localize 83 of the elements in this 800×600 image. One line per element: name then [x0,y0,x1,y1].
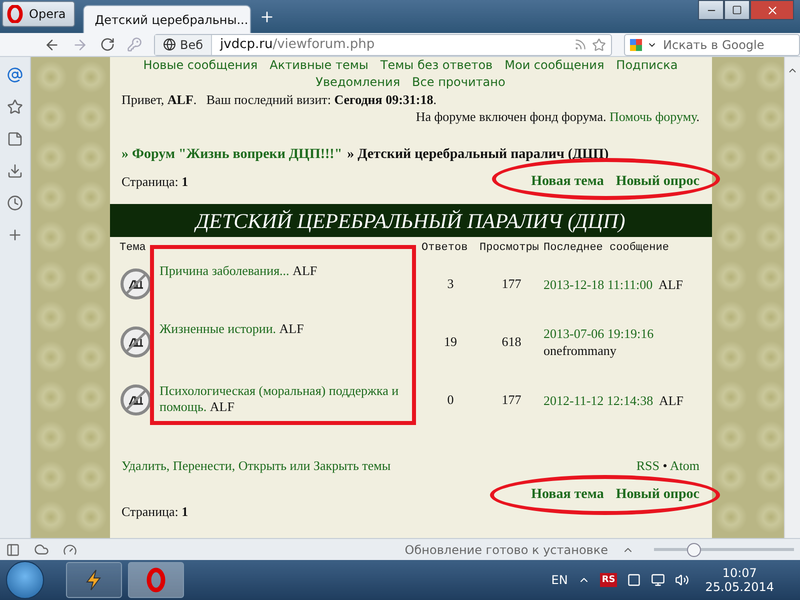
crossed-circle-icon [120,384,152,416]
start-button[interactable] [6,561,44,599]
maximize-icon [732,5,742,15]
search-input[interactable]: Искать в Google [661,36,795,52]
opera-logo-icon [146,567,166,593]
maximize-button[interactable] [724,0,750,20]
new-tab-icon[interactable] [258,9,275,25]
add-icon[interactable] [7,227,23,243]
last-post: 2012-11-12 12:14:38 ALF [544,392,685,408]
last-post-link[interactable]: 2013-12-18 11:11:00 [544,276,653,292]
section-title: ДЕТСКИЙ ЦЕРЕБРАЛЬНЫЙ ПАРАЛИЧ (ДЦП) [110,204,712,237]
action-link[interactable]: Новая тема [531,487,604,503]
nav-link[interactable]: Подписка [616,57,678,74]
speed-dial-icon[interactable] [63,542,77,556]
note-icon[interactable] [7,131,23,147]
mail-icon[interactable] [7,67,23,83]
feed-links: RSS • Atom [636,457,700,474]
reload-icon[interactable] [100,37,115,52]
replies-count: 0 [446,392,455,408]
close-icon [766,4,778,16]
replies-count: 19 [443,334,458,350]
column-header: Просмотры [480,241,540,255]
views-count: 618 [500,334,522,350]
star-icon[interactable] [7,99,23,115]
page-number: Страница: 1 [122,173,188,190]
column-header: Ответов [422,241,469,255]
browser-tab[interactable]: Детский церебральны... [82,5,251,33]
slider-thumb[interactable] [687,542,702,556]
action-link[interactable]: Новая тема [531,174,604,190]
site-info-button[interactable]: Веб [155,34,212,54]
moderator-links[interactable]: Удалить, Перенести, Открыть или Закрыть темы [122,458,391,474]
greeting-text: Привет, ALF. Ваш последний визит: Сегодня 09:31:18. [122,91,438,108]
column-header: Тема [120,241,147,255]
breadcrumb-link[interactable]: » Форум "Жизнь вопреки ДЦП!!!" [122,147,342,163]
status-message: Обновление готово к установке [404,542,608,556]
nav-link[interactable]: Мои сообщения [504,57,604,74]
volume-icon[interactable] [675,573,690,587]
crossed-circle-icon [120,326,152,358]
feed-link[interactable]: Atom [670,458,700,473]
nav-link[interactable]: Новые сообщения [143,57,258,74]
close-button[interactable] [750,0,794,20]
page-number: Страница: 1 [122,503,190,520]
help-forum-link[interactable]: Помочь форуму [609,109,696,124]
last-post-link[interactable]: 2013-07-06 19:19:16 [544,326,654,341]
bookmark-star-icon[interactable] [592,38,606,52]
replies-count: 3 [446,276,455,292]
globe-icon [163,38,176,51]
cloud-icon[interactable] [34,542,49,557]
nav-link[interactable]: Все прочитано [412,74,506,91]
last-post: 2013-12-18 11:11:00 ALF [544,276,684,292]
back-icon[interactable] [44,36,60,52]
address-field[interactable]: Веб jvdcp.ru/viewforum.php [154,34,612,56]
crossed-circle-icon [120,268,152,300]
action-link[interactable]: Новый опрос [616,487,700,503]
fund-notice: На форуме включен фонд форума. Помочь форуму. [416,108,700,125]
nav-link[interactable]: Уведомления [316,74,400,91]
topic-link[interactable]: Причина заболевания... ALF [160,255,422,279]
window-icon[interactable] [627,573,642,587]
last-post-link[interactable]: 2012-11-12 12:14:38 [544,392,654,408]
action-link[interactable]: Новый опрос [616,174,700,190]
tray-app-icon[interactable]: RS [600,573,618,587]
opera-menu-button[interactable]: Opera [2,1,75,27]
network-icon[interactable] [651,573,666,587]
nav-link[interactable]: Темы без ответов [380,57,493,74]
last-post: 2013-07-06 19:19:16 onefrommany [544,325,655,359]
opera-logo-icon [7,5,23,23]
nav-link[interactable]: Активные темы [270,57,368,74]
feed-link[interactable]: RSS [636,458,660,473]
tray-clock[interactable]: 10:07 25.05.2014 [705,566,774,594]
download-icon[interactable] [7,163,23,179]
column-header: Последнее сообщение [544,241,670,255]
google-logo-icon [629,38,643,52]
topic-link[interactable]: Жизненные истории. ALF [160,313,422,337]
clock-icon[interactable] [7,195,23,211]
views-count: 177 [500,276,522,292]
panel-toggle-icon[interactable] [6,542,20,556]
language-indicator[interactable]: EN [551,573,568,587]
taskbar-app-button[interactable] [66,562,122,598]
topic-link[interactable]: Психологическая (моральная) поддержка и помощь. ALF [160,371,422,415]
minimize-button[interactable] [698,0,724,20]
rss-icon[interactable] [574,38,587,51]
search-field[interactable]: Искать в Google [624,34,800,56]
views-count: 177 [500,392,522,408]
